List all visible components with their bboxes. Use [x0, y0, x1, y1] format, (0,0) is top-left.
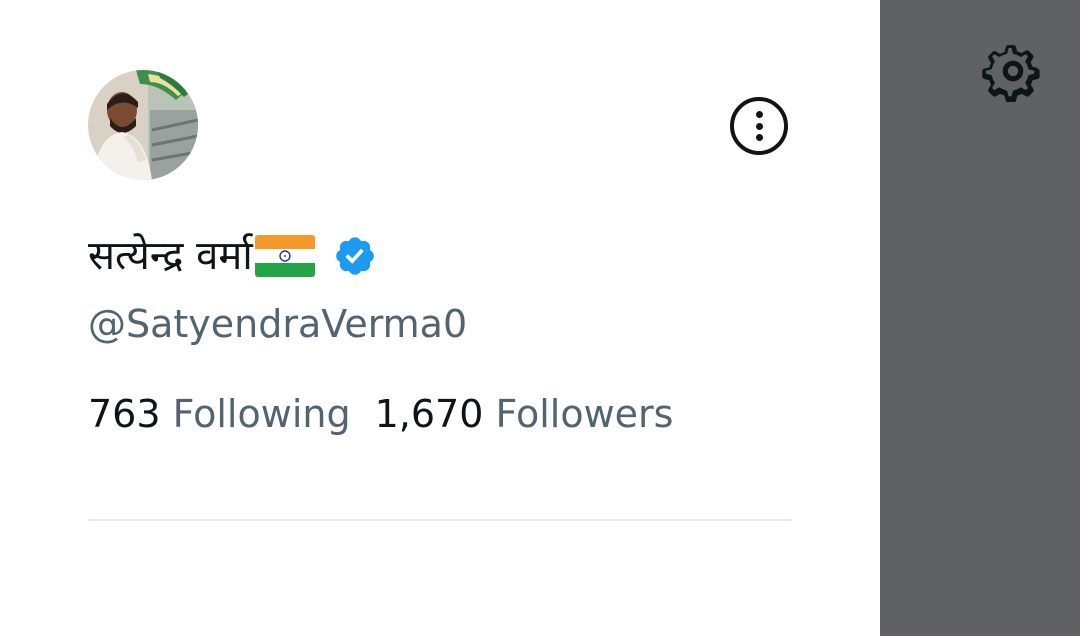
more-options-icon[interactable]: [730, 97, 788, 155]
india-flag-icon: [254, 235, 315, 277]
followers-count: 1,670: [374, 392, 484, 436]
dimmed-background-overlay[interactable]: ntions your: [880, 0, 1080, 636]
display-name: सत्येन्द्र वर्मा: [88, 233, 253, 279]
following-link[interactable]: 763 Following: [88, 392, 351, 436]
following-count: 763: [88, 392, 161, 436]
verified-badge-icon[interactable]: [333, 234, 377, 278]
profile-drawer: सत्येन्द्र वर्मा @SatyendraVerma0 763 Fo…: [0, 0, 880, 636]
more-dot: [756, 111, 763, 118]
avatar[interactable]: [88, 70, 198, 180]
avatar-image: [88, 70, 198, 180]
gear-icon[interactable]: [982, 40, 1044, 102]
more-dot: [756, 134, 763, 141]
user-handle[interactable]: @SatyendraVerma0: [88, 298, 467, 350]
follow-stats: 763 Following 1,670 Followers: [88, 388, 673, 440]
display-name-row[interactable]: सत्येन्द्र वर्मा: [88, 226, 377, 286]
following-label: Following: [172, 392, 351, 436]
more-dot: [756, 122, 763, 130]
followers-link[interactable]: 1,670 Followers: [375, 392, 674, 436]
followers-label: Followers: [495, 392, 674, 436]
drawer-divider: [88, 519, 792, 521]
